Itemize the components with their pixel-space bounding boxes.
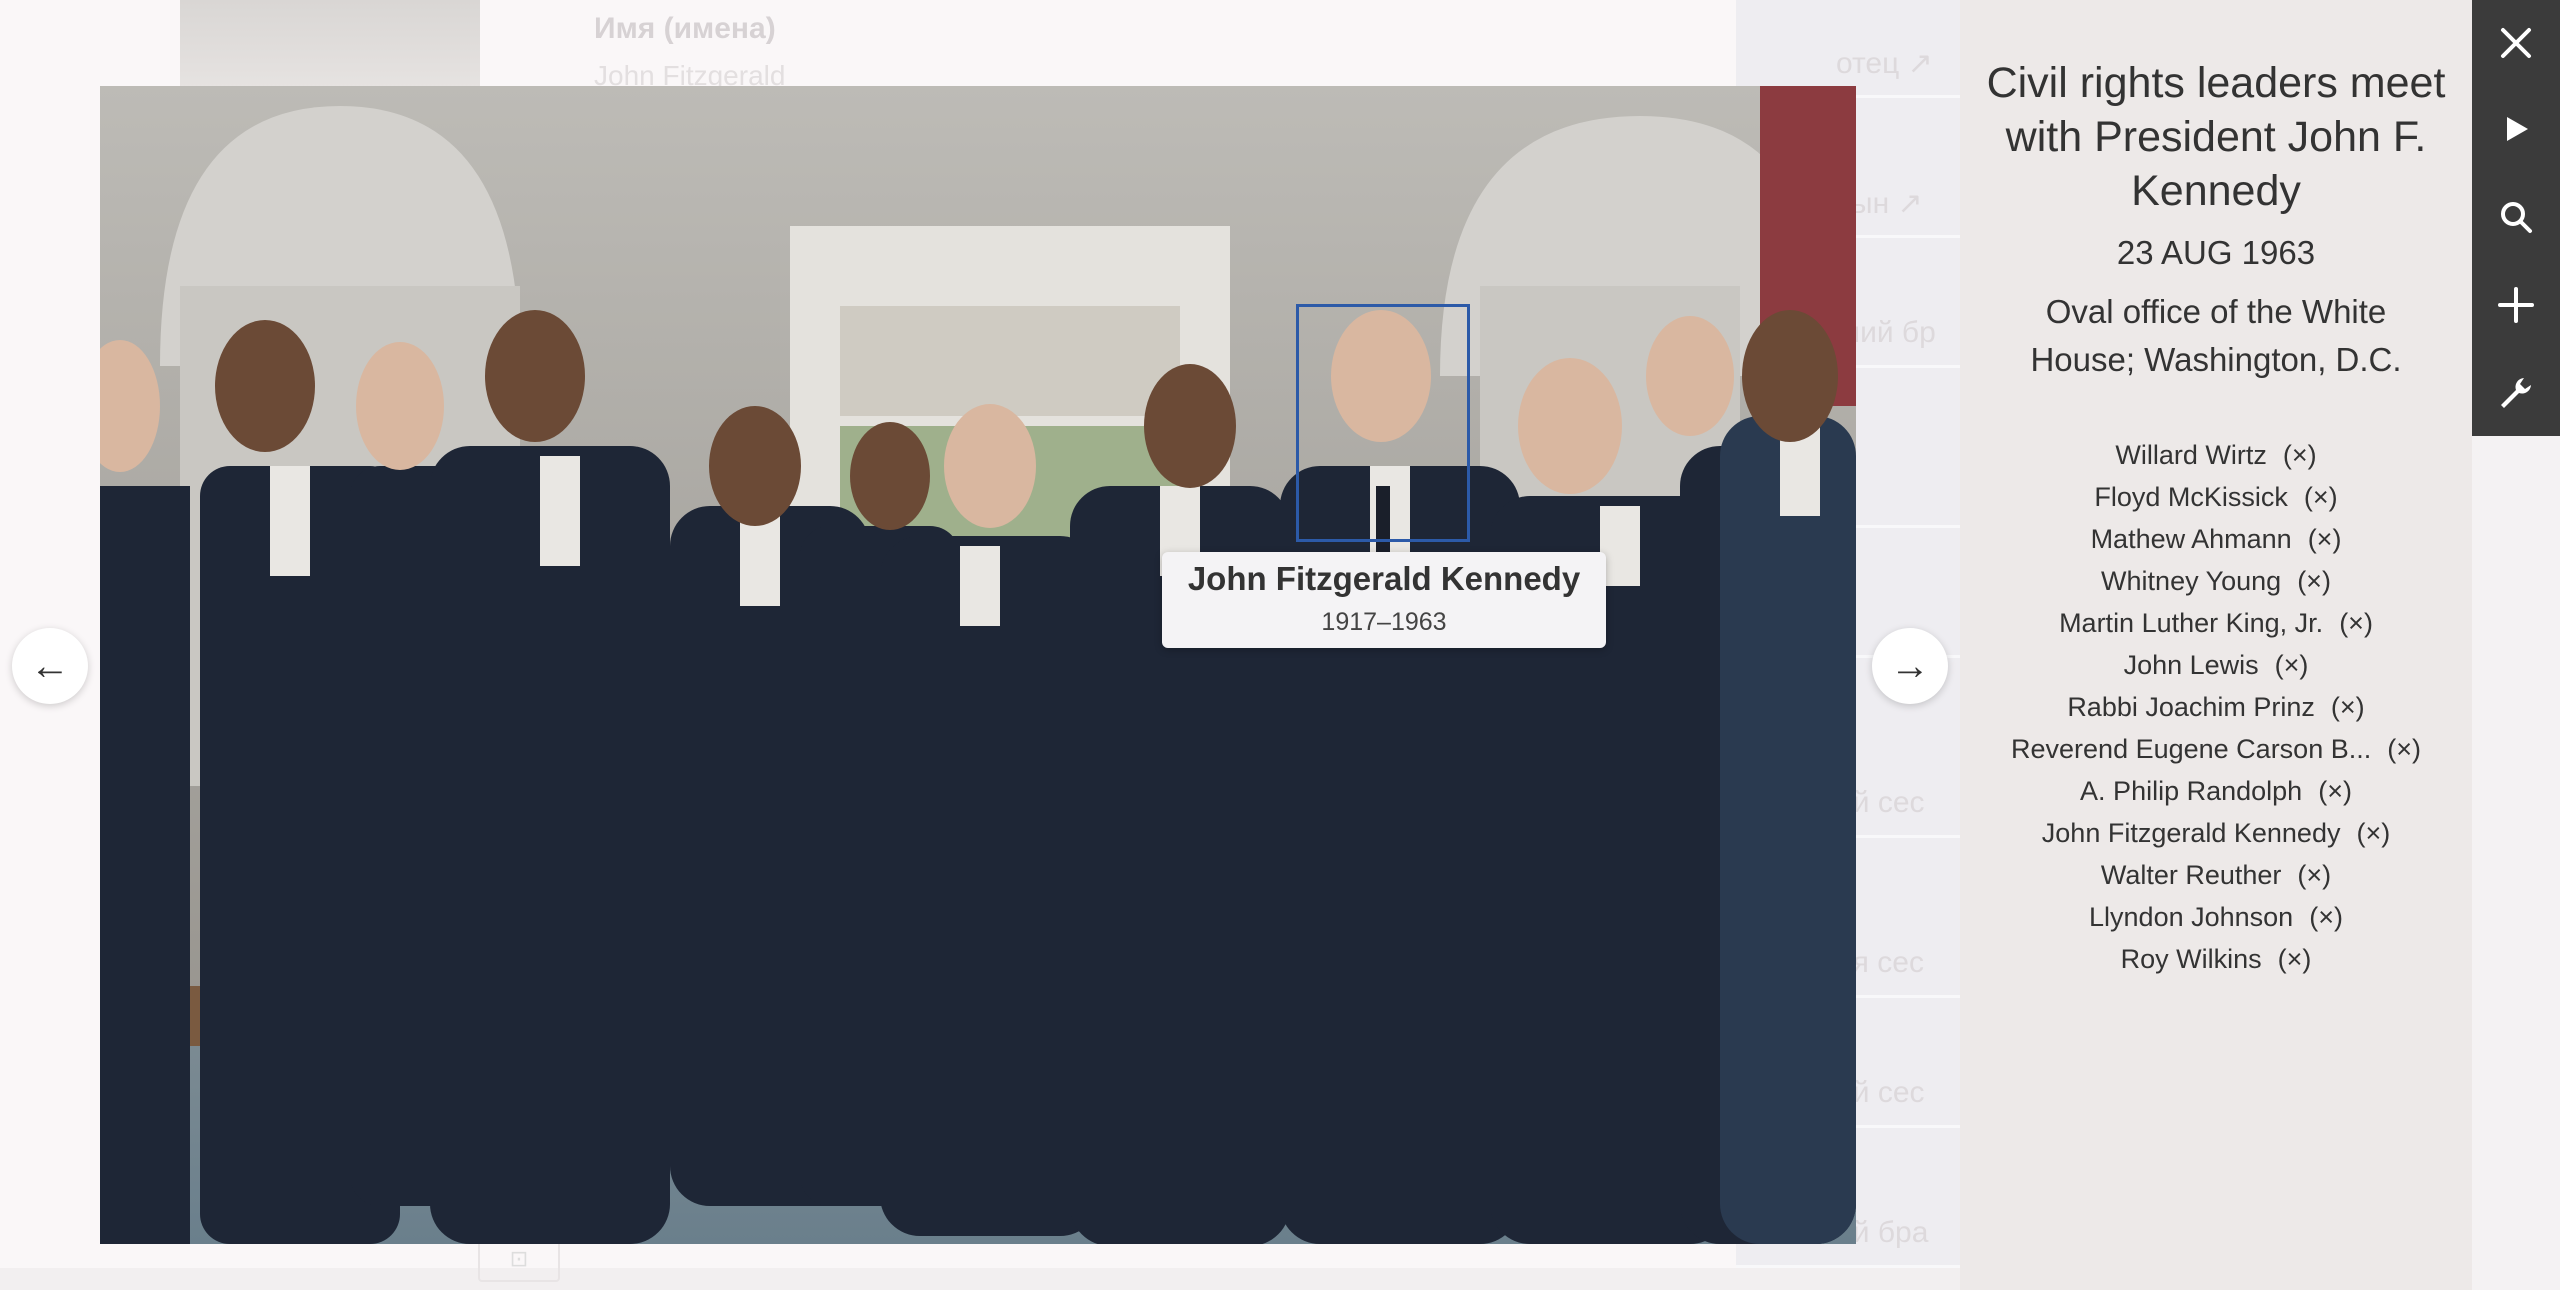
tagged-person: Martin Luther King, Jr. (×) bbox=[1960, 602, 2472, 644]
photo-title: Civil rights leaders meet with President… bbox=[1986, 59, 2446, 215]
person-name[interactable]: Llyndon Johnson bbox=[2089, 902, 2293, 932]
person-name[interactable]: John Lewis bbox=[2124, 650, 2259, 680]
background-header-label: Имя (имена) bbox=[594, 12, 776, 45]
remove-tag-button[interactable]: (×) bbox=[2387, 734, 2421, 764]
person-name[interactable]: A. Philip Randolph bbox=[2080, 776, 2302, 806]
person-name[interactable]: Rabbi Joachim Prinz bbox=[2067, 692, 2315, 722]
tools-button[interactable] bbox=[2472, 350, 2560, 436]
person-tooltip: John Fitzgerald Kennedy 1917–1963 bbox=[1162, 552, 1606, 648]
tagged-people-list: Willard Wirtz (×) Floyd McKissick (×) Math… bbox=[1960, 434, 2472, 980]
next-photo-button[interactable]: → bbox=[1872, 628, 1948, 704]
background-thumbnail bbox=[180, 0, 480, 88]
slideshow-play-button[interactable] bbox=[2472, 86, 2560, 172]
tagged-person: John Lewis (×) bbox=[1960, 644, 2472, 686]
previous-photo-button[interactable]: ← bbox=[12, 628, 88, 704]
person-name[interactable]: John Fitzgerald Kennedy bbox=[2042, 818, 2341, 848]
person-name[interactable]: Roy Wilkins bbox=[2121, 944, 2262, 974]
photo-info-panel: Civil rights leaders meet with President… bbox=[1960, 0, 2472, 1290]
remove-tag-button[interactable]: (×) bbox=[2275, 650, 2309, 680]
remove-tag-button[interactable]: (×) bbox=[2297, 860, 2331, 890]
remove-tag-button[interactable]: (×) bbox=[2331, 692, 2365, 722]
tagged-person: Roy Wilkins (×) bbox=[1960, 938, 2472, 980]
photo-date: 23 AUG 1963 bbox=[2116, 234, 2316, 271]
tagged-person: Mathew Ahmann (×) bbox=[1960, 518, 2472, 560]
lightbox-toolbar bbox=[2472, 0, 2560, 1290]
tagged-person: A. Philip Randolph (×) bbox=[1960, 770, 2472, 812]
person-name[interactable]: Walter Reuther bbox=[2101, 860, 2282, 890]
plus-icon bbox=[2498, 287, 2534, 323]
add-tag-button[interactable] bbox=[2472, 262, 2560, 348]
remove-tag-button[interactable]: (×) bbox=[2297, 566, 2331, 596]
person-name[interactable]: Floyd McKissick bbox=[2094, 482, 2288, 512]
main-photo[interactable] bbox=[100, 86, 1856, 1244]
remove-tag-button[interactable]: (×) bbox=[2304, 482, 2338, 512]
play-icon bbox=[2507, 117, 2528, 141]
close-button[interactable] bbox=[2472, 0, 2560, 86]
face-tag-box[interactable] bbox=[1296, 304, 1470, 542]
background-bottom-strip bbox=[0, 1268, 1960, 1290]
wrench-icon bbox=[2501, 378, 2531, 408]
tooltip-years: 1917–1963 bbox=[1321, 608, 1447, 636]
person-name[interactable]: Whitney Young bbox=[2101, 566, 2281, 596]
remove-tag-button[interactable]: (×) bbox=[2339, 608, 2373, 638]
tagged-person: Rabbi Joachim Prinz (×) bbox=[1960, 686, 2472, 728]
tagged-person: Walter Reuther (×) bbox=[1960, 854, 2472, 896]
tooltip-name: John Fitzgerald Kennedy bbox=[1187, 560, 1581, 597]
person-name[interactable]: Willard Wirtz bbox=[2115, 440, 2266, 470]
tagged-person: Llyndon Johnson (×) bbox=[1960, 896, 2472, 938]
remove-tag-button[interactable]: (×) bbox=[2318, 776, 2352, 806]
remove-tag-button[interactable]: (×) bbox=[2309, 902, 2343, 932]
tagged-person: Whitney Young (×) bbox=[1960, 560, 2472, 602]
person-name[interactable]: Martin Luther King, Jr. bbox=[2059, 608, 2323, 638]
search-icon bbox=[2501, 202, 2532, 233]
tagged-person: Reverend Eugene Carson B... (×) bbox=[1960, 728, 2472, 770]
tagged-person: Willard Wirtz (×) bbox=[1960, 434, 2472, 476]
photo-illustration bbox=[100, 86, 1856, 1244]
zoom-search-button[interactable] bbox=[2472, 174, 2560, 260]
remove-tag-button[interactable]: (×) bbox=[2356, 818, 2390, 848]
remove-tag-button[interactable]: (×) bbox=[2308, 524, 2342, 554]
arrow-right-icon: → bbox=[1890, 643, 1930, 688]
photo-place: Oval office of the White House; Washingt… bbox=[2030, 293, 2402, 378]
tagged-person: John Fitzgerald Kennedy (×) bbox=[1960, 812, 2472, 854]
person-name[interactable]: Mathew Ahmann bbox=[2091, 524, 2292, 554]
remove-tag-button[interactable]: (×) bbox=[2278, 944, 2312, 974]
arrow-left-icon: ← bbox=[30, 643, 70, 688]
tagged-person: Floyd McKissick (×) bbox=[1960, 476, 2472, 518]
close-icon bbox=[2501, 28, 2531, 58]
person-name[interactable]: Reverend Eugene Carson B... bbox=[2011, 734, 2371, 764]
remove-tag-button[interactable]: (×) bbox=[2283, 440, 2317, 470]
